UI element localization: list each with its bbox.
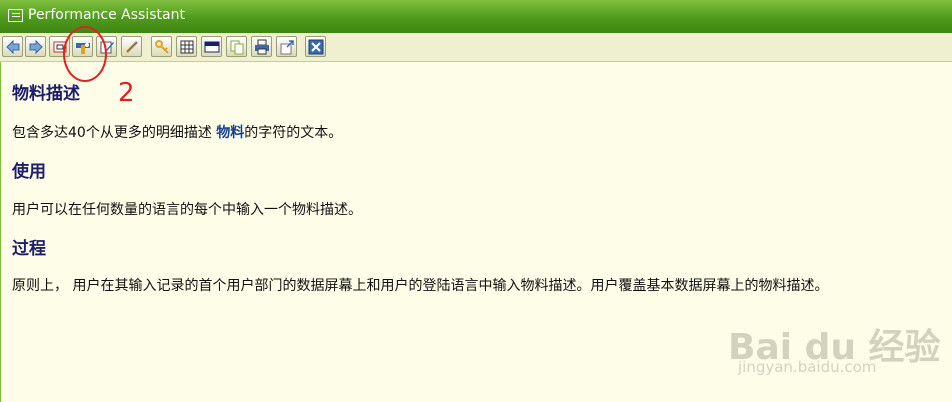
table-button[interactable] <box>176 36 197 57</box>
table-icon <box>180 40 194 54</box>
window-title: Performance Assistant <box>28 7 185 23</box>
section-text-procedure: 原则上， 用户在其输入记录的首个用户部门的数据屏幕上和用户的登陆语言中输入物料描… <box>12 278 829 294</box>
toolbar <box>0 33 952 62</box>
key-button[interactable] <box>151 36 172 57</box>
section-text-description: 包含多达40个从更多的明细描述 物料的字符的文本。 <box>12 122 342 142</box>
copy-button[interactable] <box>226 36 247 57</box>
material-link[interactable]: 物料 <box>216 125 244 141</box>
description-text-before: 包含多达40个从更多的明细描述 <box>12 125 217 141</box>
link-button[interactable] <box>121 36 142 57</box>
title-bar: Performance Assistant <box>0 0 952 33</box>
key-icon <box>155 40 169 54</box>
window-button[interactable] <box>201 36 222 57</box>
export-icon <box>280 40 294 55</box>
window-icon <box>204 41 220 53</box>
close-icon <box>308 39 324 55</box>
section-heading-usage: 使用 <box>12 162 46 182</box>
arrow-right-icon <box>29 39 43 55</box>
section-heading-procedure: 过程 <box>12 239 46 259</box>
section-heading-description: 物料描述 <box>12 84 80 104</box>
close-button[interactable] <box>305 36 326 57</box>
copy-icon <box>230 40 244 55</box>
link-icon <box>125 40 139 54</box>
watermark-url: jingyan.baidu.com <box>738 358 877 376</box>
description-text-after: 的字符的文本。 <box>244 125 343 141</box>
window-icon <box>8 9 23 22</box>
back-button[interactable] <box>2 36 23 57</box>
printer-icon <box>255 39 269 55</box>
forward-button[interactable] <box>25 36 46 57</box>
export-button[interactable] <box>276 36 297 57</box>
section-text-usage: 用户可以在任何数量的语言的每个中输入一个物料描述。 <box>12 202 362 218</box>
arrow-left-icon <box>6 39 20 55</box>
print-button[interactable] <box>251 36 272 57</box>
annotation-number: 2 <box>118 78 135 108</box>
